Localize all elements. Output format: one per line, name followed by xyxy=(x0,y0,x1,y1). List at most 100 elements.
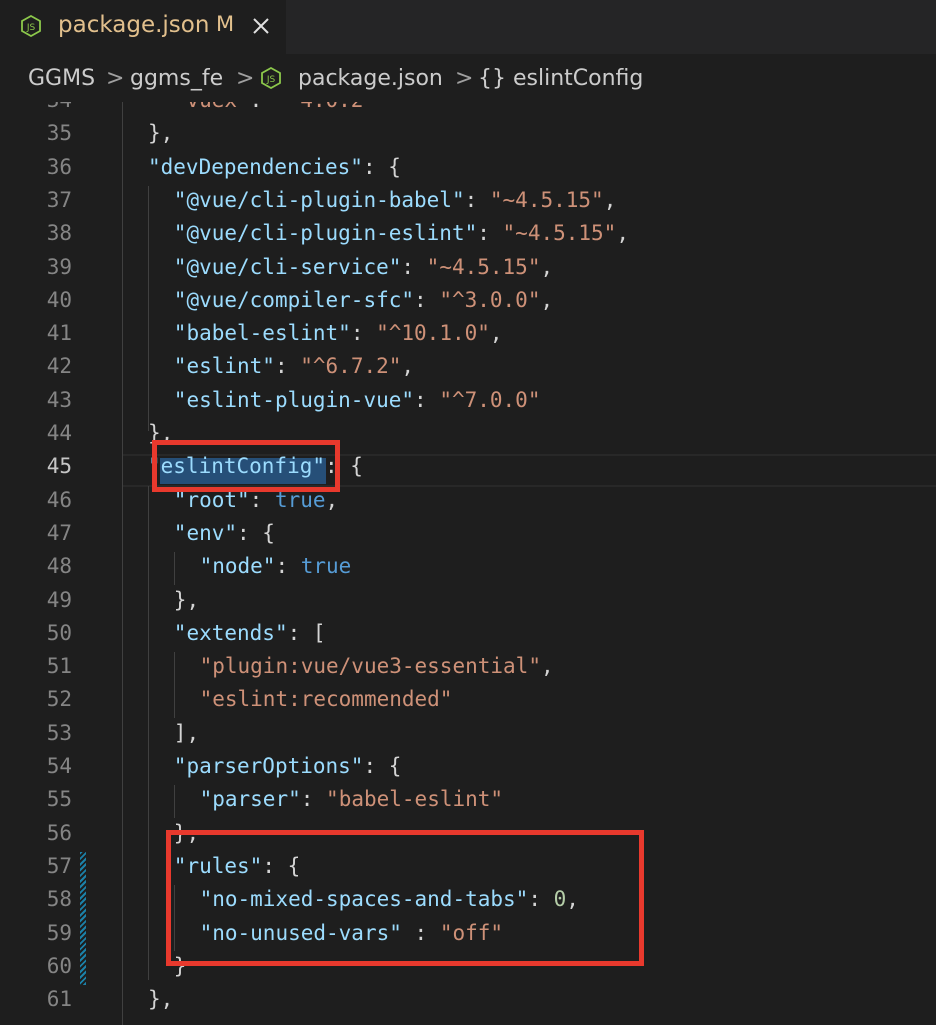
code-token: "^7.0.0" xyxy=(439,387,541,412)
code-line-46: 46 "root": true, xyxy=(0,484,936,517)
code-token: "eslint:recommended" xyxy=(199,687,453,712)
code-token: "^3.0.0" xyxy=(439,287,541,312)
code-line-35: 35}, xyxy=(0,117,936,150)
code-text: }, xyxy=(148,117,173,150)
code-text: "parserOptions": { xyxy=(174,750,402,783)
code-token: : xyxy=(414,387,440,412)
code-token: : { xyxy=(363,754,402,778)
code-token: "@vue/cli-service" xyxy=(173,254,402,279)
code-token: , xyxy=(616,221,629,246)
line-number: 56 xyxy=(46,820,72,845)
code-token: ], xyxy=(173,720,200,745)
line-number: 37 xyxy=(46,187,72,212)
code-line-40: 40 "@vue/compiler-sfc": "^3.0.0", xyxy=(0,284,936,317)
tab-package-json[interactable]: JS package.json M xyxy=(0,0,286,54)
code-token: }, xyxy=(173,587,200,612)
code-text: "node": true xyxy=(200,550,352,583)
line-number: 53 xyxy=(46,720,72,745)
breadcrumb-item-ggms[interactable]: GGMS xyxy=(28,66,95,91)
code-line-47: 47 "env": { xyxy=(0,517,936,550)
code-line-36: 36 "devDependencies": { xyxy=(0,151,936,184)
code-text: }, xyxy=(148,983,173,1016)
line-number: 58 xyxy=(46,887,72,912)
annotation-box-eslintconfig xyxy=(152,440,340,492)
line-number: 48 xyxy=(46,554,72,579)
code-token: : { xyxy=(362,154,401,179)
close-icon[interactable] xyxy=(250,15,272,37)
code-line-39: 39 "@vue/cli-service": "~4.5.15", xyxy=(0,251,936,284)
line-number: 55 xyxy=(46,787,72,812)
line-number: 45 xyxy=(46,454,72,479)
line-number: 54 xyxy=(46,754,72,778)
code-editor[interactable]: 34"vuex": "^4.0.2"35},36"devDependencies… xyxy=(0,102,936,1025)
line-number: 50 xyxy=(46,620,72,645)
code-token: : xyxy=(300,787,327,812)
code-token: "~4.5.15" xyxy=(489,187,604,212)
code-token: "plugin:vue/vue3-essential" xyxy=(199,654,541,679)
line-number: 46 xyxy=(46,487,72,512)
code-token: "eslint" xyxy=(173,354,275,379)
code-line-54: 54 "parserOptions": { xyxy=(0,750,936,783)
code-token: , xyxy=(540,254,554,279)
line-number: 43 xyxy=(46,387,72,412)
code-token: , xyxy=(603,187,617,212)
code-line-34: 34 "vuex": "^4.0.2" xyxy=(0,102,936,117)
code-token: , xyxy=(540,654,554,679)
breadcrumb: GGMS > ggms_fe > JS package.json > {} es… xyxy=(0,54,936,102)
code-line-52: 52 "eslint:recommended" xyxy=(0,683,936,716)
line-number: 49 xyxy=(46,587,72,612)
line-number: 39 xyxy=(46,254,72,279)
code-token: : xyxy=(350,321,377,346)
code-token: "@vue/cli-plugin-babel" xyxy=(173,187,465,212)
code-token: "node" xyxy=(199,554,276,579)
line-number: 60 xyxy=(46,953,72,978)
code-text: "@vue/cli-plugin-babel": "~4.5.15", xyxy=(174,184,617,217)
code-token: }, xyxy=(148,121,174,146)
svg-text:JS: JS xyxy=(266,75,276,85)
line-number: 38 xyxy=(46,221,72,246)
code-token: "env" xyxy=(173,520,238,545)
line-number: 34 xyxy=(0,102,72,117)
breadcrumb-item-eslintconfig[interactable]: {} eslintConfig xyxy=(478,66,643,91)
code-text: "parser": "babel-eslint" xyxy=(200,783,503,816)
line-number: 59 xyxy=(46,920,72,945)
line-number: 47 xyxy=(46,520,72,545)
code-token: : xyxy=(401,254,427,279)
code-token: : xyxy=(274,354,301,379)
code-text: "@vue/cli-plugin-eslint": "~4.5.15", xyxy=(174,217,629,250)
line-number: 51 xyxy=(46,654,72,679)
code-line-45: 45 "eslintConfig": { xyxy=(0,450,936,483)
code-text: "eslint": "^6.7.2", xyxy=(174,350,414,383)
code-text: "env": { xyxy=(174,517,275,550)
tab-title: package.json xyxy=(58,12,210,38)
code-text: "@vue/cli-service": "~4.5.15", xyxy=(174,251,553,284)
code-line-51: 51 "plugin:vue/vue3-essential", xyxy=(0,650,936,683)
code-token: }, xyxy=(148,987,174,1012)
code-line-61: 61}, xyxy=(0,983,936,1016)
code-token: true xyxy=(300,554,352,579)
code-text: "extends": [ xyxy=(174,617,326,650)
code-text: }, xyxy=(174,584,199,617)
code-line-49: 49}, xyxy=(0,584,936,617)
code-line-48: 48 "node": true xyxy=(0,550,936,583)
code-text: "plugin:vue/vue3-essential", xyxy=(200,650,554,683)
code-text: "eslint-plugin-vue": "^7.0.0" xyxy=(174,384,541,417)
code-text: "eslint:recommended" xyxy=(200,683,453,716)
code-token: "^10.1.0" xyxy=(376,321,490,346)
code-token: "~4.5.15" xyxy=(502,221,617,246)
breadcrumb-separator: > xyxy=(106,66,125,91)
code-text: "babel-eslint": "^10.1.0", xyxy=(174,317,503,350)
code-token: , xyxy=(401,354,415,379)
code-line-55: 55 "parser": "babel-eslint" xyxy=(0,783,936,816)
code-token: : [ xyxy=(287,620,326,645)
code-token: : xyxy=(464,187,490,212)
tab-bar: JS package.json M xyxy=(0,0,936,54)
code-token: "@vue/cli-plugin-eslint" xyxy=(173,221,478,246)
svg-text:JS: JS xyxy=(26,23,36,33)
annotation-box-rules xyxy=(166,830,644,966)
breadcrumb-item-ggms-fe[interactable]: ggms_fe xyxy=(130,66,223,91)
code-line-42: 42 "eslint": "^6.7.2", xyxy=(0,350,936,383)
nodejs-icon: JS xyxy=(21,15,41,37)
breadcrumb-item-package-json[interactable]: package.json xyxy=(298,66,443,91)
code-line-37: 37 "@vue/cli-plugin-babel": "~4.5.15", xyxy=(0,184,936,217)
